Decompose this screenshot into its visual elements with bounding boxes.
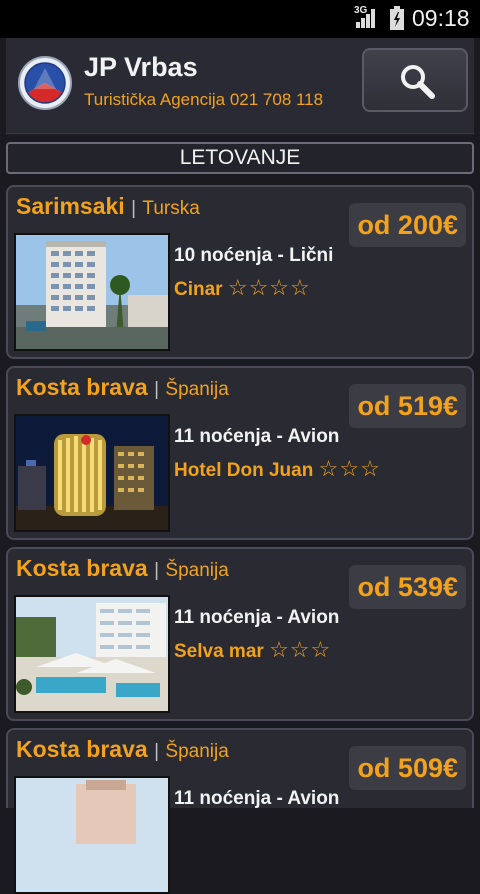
star-rating-icon: ☆☆☆ [318, 456, 381, 481]
offer-destination: Kosta brava [16, 555, 148, 581]
offer-hotel: Hotel Don Juan ☆☆☆ [174, 456, 381, 482]
offer-hotel: Cinar ☆☆☆☆ [174, 275, 311, 301]
offer-price: od 509€ [349, 746, 466, 790]
battery-icon [390, 6, 404, 30]
offer-price: od 539€ [349, 565, 466, 609]
offer-country: Španija [165, 379, 229, 400]
offer-destination: Kosta brava [16, 736, 148, 762]
app-title: JP Vrbas [84, 52, 198, 82]
offer-card[interactable]: Kosta brava | Španija od 519€ 11 noćenja… [6, 366, 474, 540]
offer-country: Turska [142, 198, 200, 219]
offer-hotel-name: Selva mar [174, 641, 264, 662]
offer-title: Kosta brava | Španija [16, 736, 229, 763]
signal-icon [356, 9, 375, 28]
offer-card[interactable]: Kosta brava | Španija od 509€ 11 noćenja… [6, 728, 474, 894]
offer-country: Španija [165, 741, 229, 762]
offer-hotel-name: Hotel Don Juan [174, 460, 314, 481]
offer-nights-transport: 10 noćenja - Lični [174, 245, 334, 266]
offer-photo [14, 233, 170, 351]
category-header[interactable]: LETOVANJE [6, 142, 474, 174]
offer-price: od 200€ [349, 203, 466, 247]
offer-nights-transport: 11 noćenja - Avion [174, 788, 340, 809]
offer-destination: Kosta brava [16, 374, 148, 400]
offer-country: Španija [165, 560, 229, 581]
search-button[interactable] [362, 48, 468, 112]
offer-price: od 519€ [349, 384, 466, 428]
app-header: JP Vrbas Turistička Agencija 021 708 118 [6, 38, 474, 134]
offer-card[interactable]: Sarimsaki | Turska od 200€ 10 noćenja - … [6, 185, 474, 359]
offer-photo [14, 776, 170, 894]
offer-destination: Sarimsaki [16, 193, 125, 219]
offer-separator: | [154, 379, 159, 400]
offer-photo [14, 414, 170, 532]
star-rating-icon: ☆☆☆☆ [227, 275, 311, 300]
offer-title: Sarimsaki | Turska [16, 193, 200, 220]
agency-logo-icon [18, 56, 72, 110]
offer-nights-transport: 11 noćenja - Avion [174, 607, 340, 628]
star-rating-icon: ☆☆☆ [269, 637, 332, 662]
search-icon [401, 65, 435, 99]
offer-title: Kosta brava | Španija [16, 374, 229, 401]
offer-hotel-name: Cinar [174, 279, 223, 300]
offer-card[interactable]: Kosta brava | Španija od 539€ 11 noćenja… [6, 547, 474, 721]
offer-title: Kosta brava | Španija [16, 555, 229, 582]
offer-separator: | [154, 560, 159, 581]
clock: 09:18 [412, 5, 470, 31]
offer-photo [14, 595, 170, 713]
offer-separator: | [154, 741, 159, 762]
status-bar: 3G 09:18 [0, 0, 480, 38]
offer-hotel: Selva mar ☆☆☆ [174, 637, 331, 663]
app-subtitle: Turistička Agencija 021 708 118 [84, 90, 324, 109]
offer-separator: | [131, 198, 137, 219]
offer-nights-transport: 11 noćenja - Avion [174, 426, 340, 447]
